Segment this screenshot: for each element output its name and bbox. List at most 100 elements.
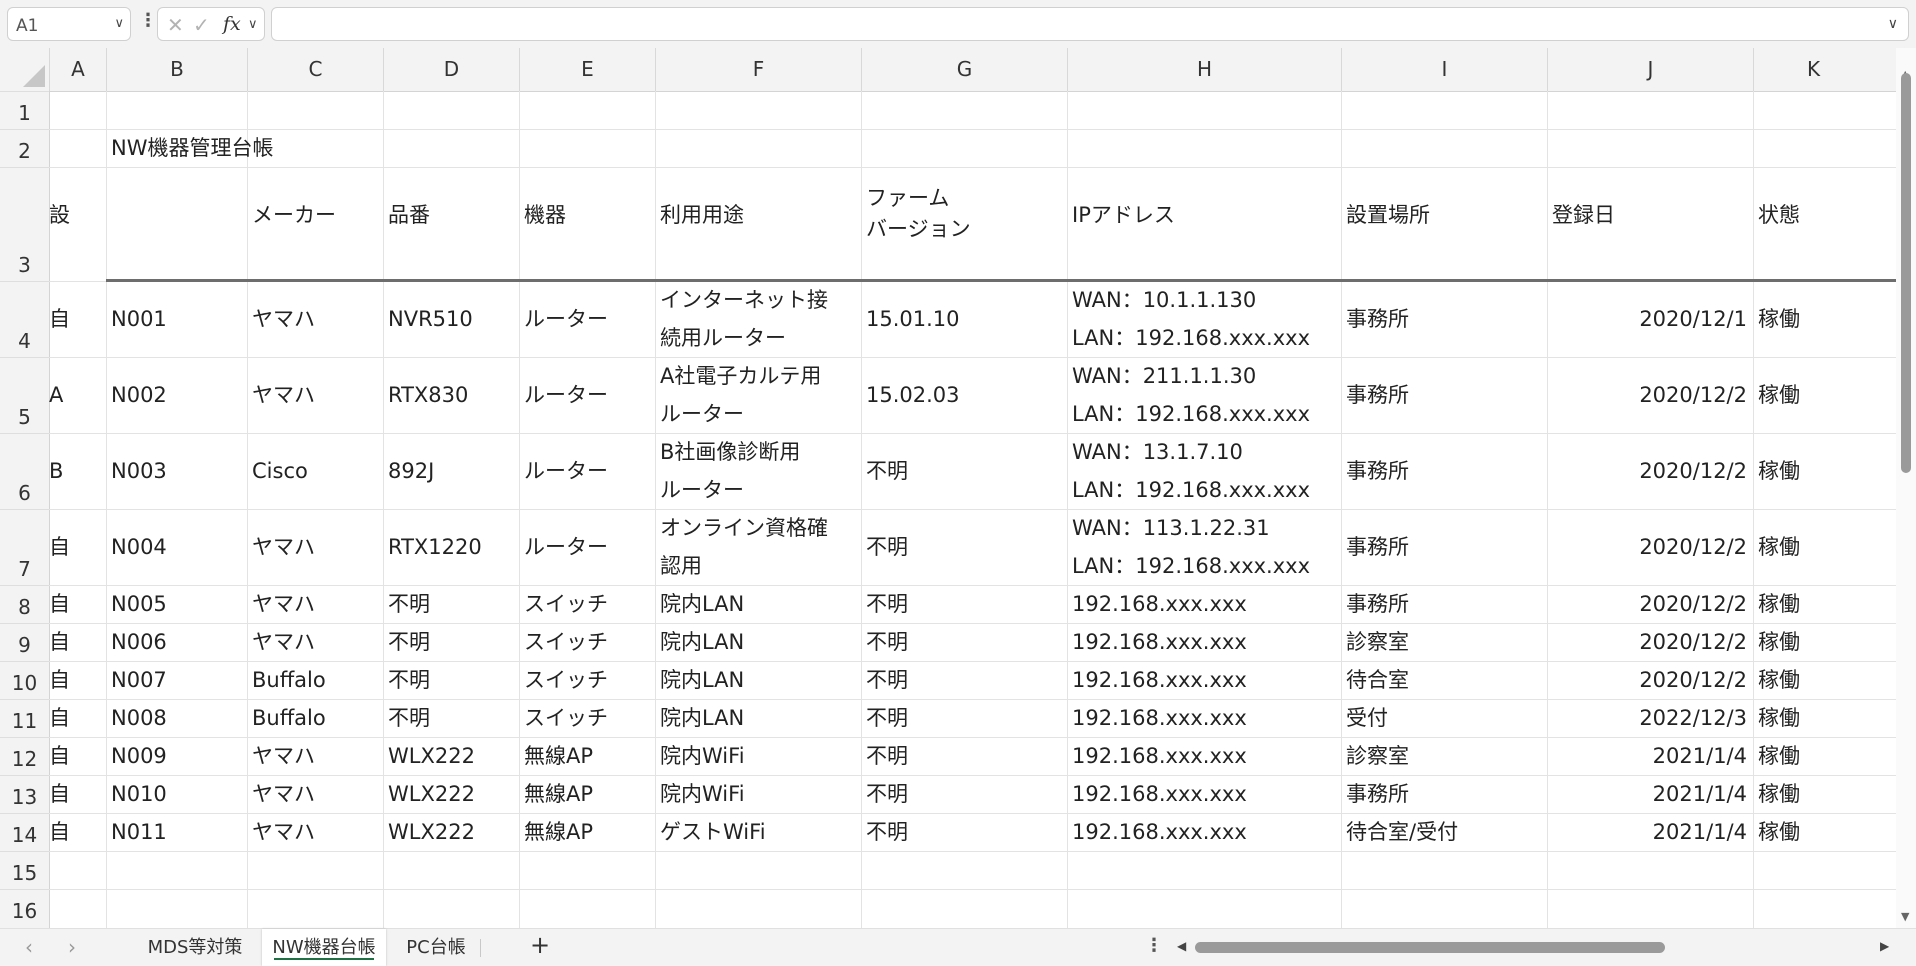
- cell-extra: 自: [49, 307, 70, 331]
- row-header-8[interactable]: 8: [0, 585, 49, 623]
- add-sheet-icon[interactable]: +: [530, 931, 550, 959]
- cell-extra: 自: [49, 535, 70, 559]
- cell-extra: 自: [49, 782, 70, 806]
- cell-status: 稼働: [1758, 535, 1800, 559]
- chevron-down-icon[interactable]: ∨: [248, 17, 258, 32]
- column-header-c[interactable]: C: [247, 48, 383, 91]
- expand-formula-icon[interactable]: ∨: [1888, 16, 1898, 32]
- more-options-icon[interactable]: ⋮: [139, 10, 157, 31]
- prev-sheet-icon[interactable]: ‹: [25, 935, 33, 959]
- cell-area[interactable]: NW機器管理台帳 メーカー 品番 機器 利用用途 IPアドレス 設置場所 登録日 状態 ファームバ…: [49, 91, 1896, 928]
- cell-maker: ヤマハ: [252, 630, 315, 654]
- cell-id: N010: [111, 782, 167, 806]
- cell-date: 2020/12/2: [1639, 668, 1747, 692]
- cell-location: 事務所: [1346, 782, 1409, 806]
- header-firmware: バージョン: [866, 217, 971, 241]
- name-box[interactable]: A1 ∨: [7, 7, 131, 41]
- tab-pc[interactable]: PC台帳: [394, 929, 478, 966]
- select-all-button[interactable]: [0, 48, 49, 91]
- cell-id: N002: [111, 383, 167, 407]
- cell-purpose: 認用: [660, 554, 702, 578]
- column-header-d[interactable]: D: [383, 48, 519, 91]
- cell-extra: A: [49, 383, 64, 407]
- column-header-e[interactable]: E: [519, 48, 655, 91]
- row-header-5[interactable]: 5: [0, 357, 49, 433]
- chevron-down-icon[interactable]: ∨: [114, 16, 124, 31]
- scroll-right-icon[interactable]: ▶: [1880, 939, 1889, 953]
- cell-date: 2020/12/2: [1639, 383, 1747, 407]
- name-box-value: A1: [16, 16, 39, 36]
- row-header-10[interactable]: 10: [0, 661, 49, 699]
- cell-device: ルーター: [524, 459, 608, 483]
- more-options-icon[interactable]: ⋮: [1145, 935, 1163, 956]
- cell-model: 不明: [388, 668, 430, 692]
- vertical-scrollbar[interactable]: ▲ ▼: [1896, 48, 1916, 928]
- cell-purpose: 院内LAN: [660, 706, 745, 730]
- next-sheet-icon[interactable]: ›: [68, 935, 76, 959]
- cell-id: N011: [111, 820, 167, 844]
- row-header-2[interactable]: 2: [0, 129, 49, 167]
- row-header-3[interactable]: 3: [0, 167, 49, 281]
- row-number: 9: [18, 633, 31, 657]
- cancel-icon[interactable]: ✕: [167, 13, 184, 37]
- cell-ip: LAN：192.168.xxx.xxx: [1072, 478, 1311, 502]
- row-number: 3: [18, 253, 31, 277]
- column-header-a[interactable]: A: [49, 48, 106, 91]
- cell-date: 2020/12/2: [1639, 592, 1747, 616]
- column-header-h[interactable]: H: [1067, 48, 1341, 91]
- column-header-i[interactable]: I: [1341, 48, 1547, 91]
- cell-ip: WAN：10.1.1.130: [1072, 288, 1257, 312]
- row-number: 15: [11, 861, 38, 885]
- formula-actions: ✕ ✓ fx ∨: [157, 7, 265, 41]
- sheet-title: NW機器管理台帳: [111, 136, 274, 160]
- row-header-6[interactable]: 6: [0, 433, 49, 509]
- insert-function-icon[interactable]: fx: [223, 13, 241, 35]
- cell-status: 稼働: [1758, 307, 1800, 331]
- cell-maker: ヤマハ: [252, 744, 315, 768]
- cell-ip: 192.168.xxx.xxx: [1072, 592, 1247, 616]
- cell-firmware: 不明: [866, 668, 908, 692]
- cell-device: スイッチ: [524, 592, 608, 616]
- enter-check-icon[interactable]: ✓: [193, 13, 210, 37]
- spreadsheet-grid: ABCDEFGHIJK 1 2 3 4 5 6 7 8 9 10 11 12 13 14 15 16 NW機器…: [0, 48, 1896, 928]
- cell-model: 不明: [388, 706, 430, 730]
- cell-purpose: ルーター: [660, 402, 744, 426]
- cell-purpose: 続用ルーター: [660, 326, 786, 350]
- cell-maker: ヤマハ: [252, 592, 315, 616]
- tab-nw-devices[interactable]: NW機器台帳: [262, 929, 386, 966]
- cell-id: N008: [111, 706, 167, 730]
- cell-id: N003: [111, 459, 167, 483]
- cell-id: N001: [111, 307, 167, 331]
- header-registered: 登録日: [1552, 203, 1615, 227]
- row-number: 5: [18, 405, 31, 429]
- row-header-1[interactable]: 1: [0, 91, 49, 129]
- cell-firmware: 不明: [866, 820, 908, 844]
- formula-input[interactable]: ∨: [271, 7, 1909, 41]
- scroll-down-icon[interactable]: ▼: [1901, 910, 1909, 923]
- row-header-11[interactable]: 11: [0, 699, 49, 737]
- cell-status: 稼働: [1758, 668, 1800, 692]
- cell-firmware: 不明: [866, 535, 908, 559]
- row-number: 7: [18, 557, 31, 581]
- column-header-g[interactable]: G: [861, 48, 1067, 91]
- cell-status: 稼働: [1758, 459, 1800, 483]
- column-header-j[interactable]: J: [1547, 48, 1753, 91]
- row-header-9[interactable]: 9: [0, 623, 49, 661]
- row-number: 1: [18, 101, 31, 125]
- row-header-15[interactable]: 15: [0, 851, 49, 889]
- row-header-12[interactable]: 12: [0, 737, 49, 775]
- row-header-7[interactable]: 7: [0, 509, 49, 585]
- column-header-b[interactable]: B: [106, 48, 247, 91]
- row-header-16[interactable]: 16: [0, 889, 49, 927]
- column-header-f[interactable]: F: [655, 48, 861, 91]
- cell-purpose: A社電子カルテ用: [660, 364, 822, 388]
- horizontal-scroll-thumb[interactable]: [1195, 942, 1665, 953]
- column-header-k[interactable]: K: [1753, 48, 1873, 91]
- row-header-4[interactable]: 4: [0, 281, 49, 357]
- row-header-14[interactable]: 14: [0, 813, 49, 851]
- row-header-13[interactable]: 13: [0, 775, 49, 813]
- tab-mds[interactable]: MDS等対策: [135, 929, 255, 966]
- cell-location: 診察室: [1346, 630, 1409, 654]
- scroll-left-icon[interactable]: ◀: [1177, 939, 1186, 953]
- vertical-scroll-thumb[interactable]: [1901, 73, 1911, 473]
